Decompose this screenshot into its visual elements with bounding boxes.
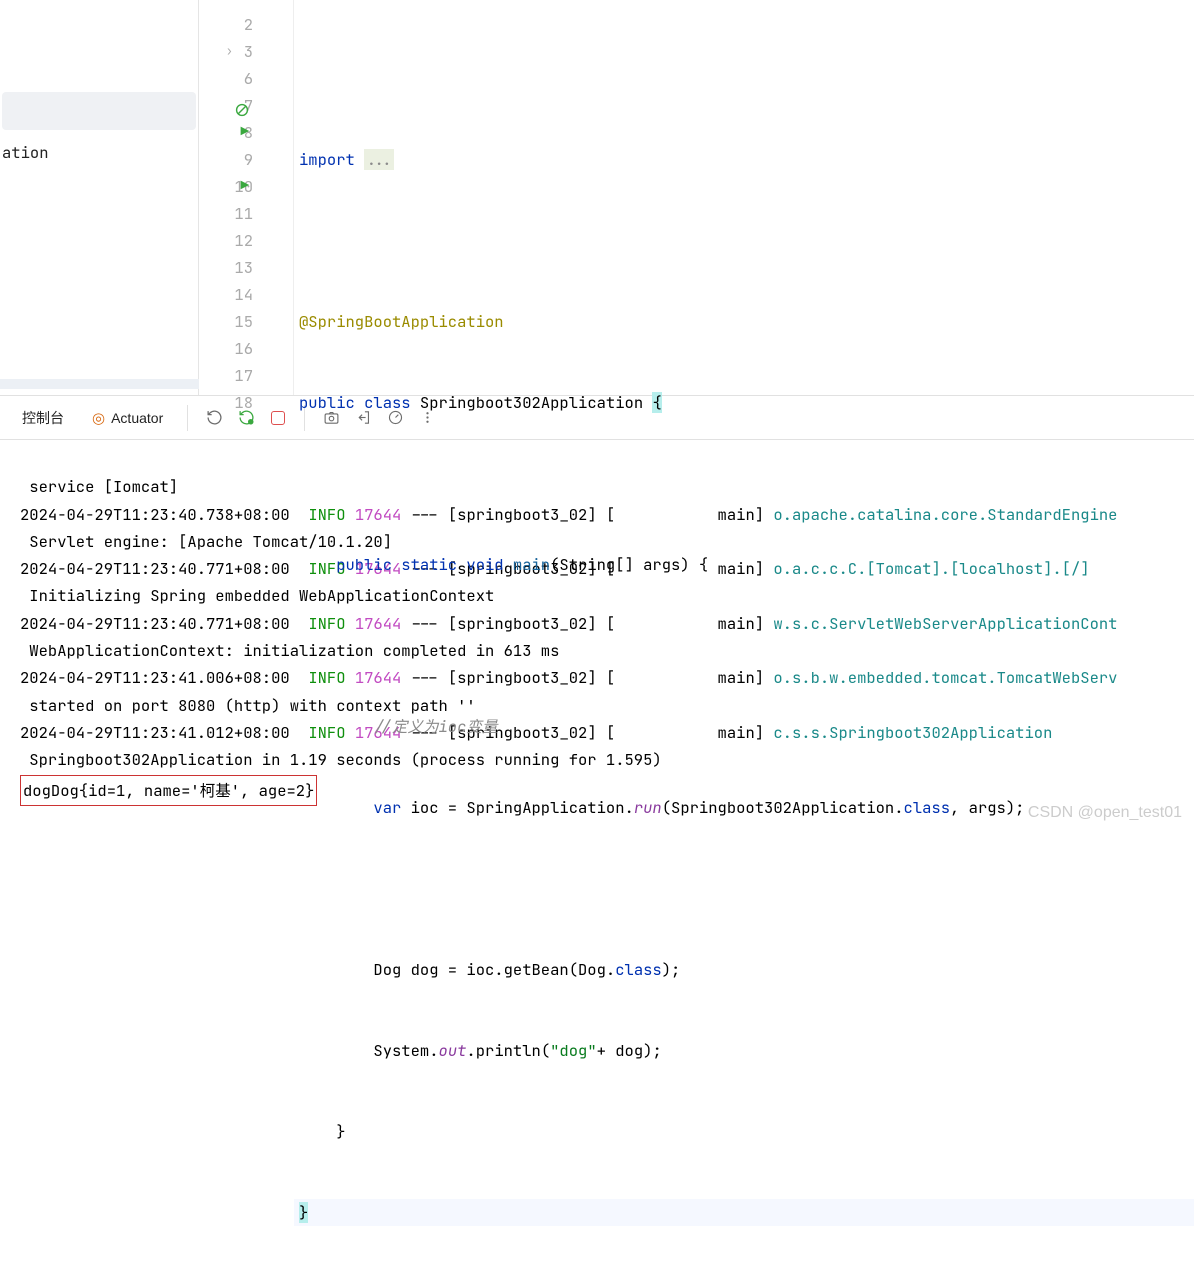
line-num: 2 [244, 14, 253, 35]
brace: } [299, 1202, 308, 1223]
sidebar-footer-strip [0, 379, 199, 389]
kw: class [364, 392, 420, 413]
log-ts: 2024-04-29T11:23:41.012+08:00 [20, 722, 290, 743]
tab-label: 控制台 [22, 408, 64, 428]
actuator-icon: ◎ [92, 409, 105, 427]
kw: var [373, 797, 410, 818]
tab-label: Actuator [111, 410, 163, 426]
static-call: run [634, 797, 662, 818]
params: (String[] args) { [550, 554, 708, 575]
kw: public [299, 392, 364, 413]
fn-name: main [513, 554, 550, 575]
tab-actuator[interactable]: ◎ Actuator [84, 403, 171, 433]
line-num: 14 [234, 284, 253, 305]
sidebar-item[interactable]: ation [0, 130, 198, 167]
line-num: 6 [244, 68, 253, 89]
fold-icon[interactable]: › [226, 38, 233, 65]
log-ts: 2024-04-29T11:23:40.771+08:00 [20, 613, 290, 634]
annotation: @SpringBootApplication [299, 311, 504, 332]
folded-text[interactable]: ... [364, 149, 394, 170]
log-line: service [Iomcat] [20, 476, 178, 497]
kw: class [904, 797, 951, 818]
kw: public static void [336, 554, 513, 575]
log-ts: 2024-04-29T11:23:40.771+08:00 [20, 558, 290, 579]
line-num: 18 [234, 392, 253, 413]
line-num: 16 [234, 338, 253, 359]
highlighted-output: dogDog{id=1, name='柯基', age=2} [20, 775, 317, 806]
separator [187, 405, 188, 431]
static-field: out [439, 1040, 467, 1061]
code-area[interactable]: import ... @SpringBootApplication public… [294, 0, 1194, 395]
log-ts: 2024-04-29T11:23:41.006+08:00 [20, 667, 290, 688]
line-number-gutter[interactable]: 2 ›3 6 7 ▶8 9 ▶10 11 12 13 14 15 16 17 1… [199, 0, 294, 395]
line-num: 9 [244, 149, 253, 170]
string: "dog" [550, 1040, 597, 1061]
line-num: 15 [234, 311, 253, 332]
kw-import: import [299, 149, 364, 170]
line-num: 13 [234, 257, 253, 278]
no-entry-icon[interactable] [235, 98, 249, 112]
brace: { [652, 392, 661, 413]
line-num: 3 [244, 41, 253, 62]
stop-button[interactable] [268, 408, 288, 428]
kw: class [615, 959, 662, 980]
code-editor[interactable]: ation 2 ›3 6 7 ▶8 9 ▶10 11 12 13 14 15 1… [0, 0, 1194, 395]
line-num: 12 [234, 230, 253, 251]
log-ts: 2024-04-29T11:23:40.738+08:00 [20, 504, 290, 525]
sidebar-selected-item[interactable] [2, 92, 196, 130]
run-icon[interactable]: ▶ [241, 119, 249, 146]
run-icon[interactable]: ▶ [241, 173, 249, 200]
line-num: 11 [234, 203, 253, 224]
class-name: Springboot302Application [420, 392, 653, 413]
tab-console[interactable]: 控制台 [14, 402, 72, 434]
watermark: CSDN @open_test01 [1028, 804, 1182, 822]
project-sidebar[interactable]: ation [0, 0, 199, 395]
line-num: 17 [234, 365, 253, 386]
comment: //定义为ioc变量 [373, 716, 497, 737]
